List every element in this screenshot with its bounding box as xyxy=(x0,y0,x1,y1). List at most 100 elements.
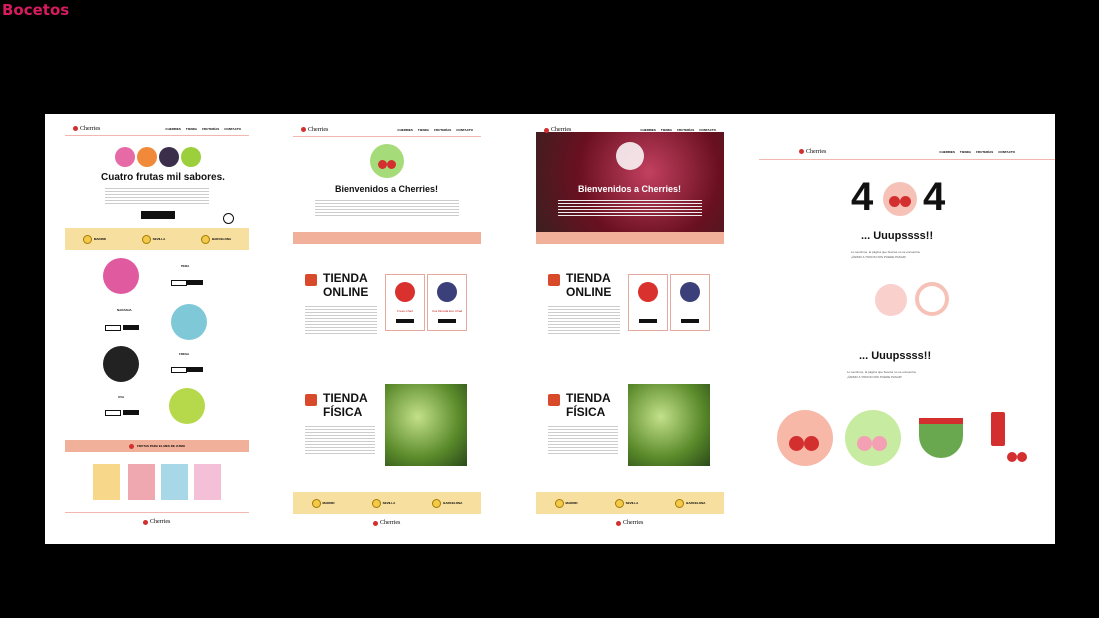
pear-info-button[interactable] xyxy=(171,280,187,286)
location-pin-icon xyxy=(371,498,381,508)
location-pin-icon xyxy=(554,498,564,508)
product-card-3[interactable] xyxy=(161,464,188,500)
nav-link-tienda[interactable]: TIENDA xyxy=(960,150,971,154)
product-card-fresa[interactable]: Fresa Chad xyxy=(385,274,425,331)
nav-link-cherries[interactable]: CHERRIES xyxy=(640,128,656,132)
nav-link-contacto[interactable]: CONTACTO xyxy=(224,127,241,131)
strawberry-icon xyxy=(159,147,179,167)
location-pin-icon xyxy=(200,234,210,244)
fruit-basket-icon xyxy=(129,443,135,449)
footer-logo[interactable]: Cherries xyxy=(373,520,400,526)
nav-link-tienda[interactable]: TIENDA xyxy=(418,128,429,132)
welcome-paragraph xyxy=(315,198,459,216)
fruit-title-fresa: FRESA xyxy=(179,352,190,356)
shopping-bag-icon xyxy=(548,274,560,286)
cherry-icon xyxy=(370,144,404,178)
nav-link-fruterias[interactable]: FRUTERÍAS xyxy=(434,128,451,132)
location-pin-icon xyxy=(675,498,685,508)
pear-buy-button[interactable] xyxy=(187,280,203,285)
error-code-right: 4 xyxy=(923,175,946,219)
nav-link-contacto[interactable]: CONTACTO xyxy=(998,150,1015,154)
logo[interactable]: Cherries xyxy=(799,149,826,155)
hero-headline: Cuatro frutas mil sabores. xyxy=(101,172,225,183)
strawberry-image xyxy=(395,282,415,302)
product-card-2[interactable] xyxy=(128,464,155,500)
store-sevilla[interactable]: SEVILLA xyxy=(614,498,638,508)
grape-icon xyxy=(181,147,201,167)
fisica-paragraph xyxy=(548,424,618,456)
store-madrid[interactable]: MADRID xyxy=(82,234,106,244)
error-message-4: ¡ÁNIMO A TODOS NOS PUEDE PASAR! xyxy=(847,375,902,379)
grape-buy-button[interactable] xyxy=(123,410,139,415)
nav-link-cherries[interactable]: CHERRIES xyxy=(397,128,413,132)
pink-band xyxy=(536,232,724,244)
logo[interactable]: Cherries xyxy=(301,127,328,133)
logo[interactable]: Cherries xyxy=(544,127,571,133)
navbar: Cherries CHERRIES TIENDA FRUTERÍAS CONTA… xyxy=(759,144,1055,160)
grape-image xyxy=(680,282,700,302)
salad-photo xyxy=(628,384,710,466)
store-front-icon xyxy=(548,394,560,406)
nav-link-tienda[interactable]: TIENDA xyxy=(661,128,672,132)
cherry-icon-green xyxy=(845,410,901,466)
mockup-welcome: Cherries CHERRIES TIENDA FRUTERÍAS CONTA… xyxy=(293,114,481,544)
store-madrid[interactable]: MADRID xyxy=(554,498,578,508)
mockup-home: Cherries CHERRIES TIENDA FRUTERÍAS CONTA… xyxy=(65,114,249,544)
grape-info-button[interactable] xyxy=(105,410,121,416)
footer-logo[interactable]: Cherries xyxy=(143,519,170,525)
product-card-4[interactable] xyxy=(194,464,221,500)
store-sevilla[interactable]: SEVILLA xyxy=(371,498,395,508)
nav-link-fruterias[interactable]: FRUTERÍAS xyxy=(976,150,993,154)
store-barcelona[interactable]: BARCELONA xyxy=(200,234,231,244)
navbar: Cherries CHERRIES TIENDA FRUTERÍAS CONTA… xyxy=(65,122,249,136)
hero-button[interactable] xyxy=(141,211,175,219)
buy-button[interactable] xyxy=(396,319,414,323)
tienda-online-title: TIENDA ONLINE xyxy=(323,271,369,299)
cherry-juice-icon xyxy=(991,412,1005,446)
store-barcelona[interactable]: BARCELONA xyxy=(675,498,705,508)
scroll-icon[interactable] xyxy=(223,213,234,224)
location-pin-icon xyxy=(432,498,442,508)
oops-heading: ... Uuupssss!! xyxy=(861,230,934,242)
store-madrid[interactable]: MADRID xyxy=(311,498,335,508)
cherry-small-icon xyxy=(1007,452,1017,462)
footer-logo[interactable]: Cherries xyxy=(616,520,643,526)
tienda-fisica-title: TIENDA FÍSICA xyxy=(566,391,611,419)
store-barcelona[interactable]: BARCELONA xyxy=(432,498,462,508)
orange-info-button[interactable] xyxy=(105,325,121,331)
product-card-uva[interactable] xyxy=(670,274,710,331)
page-title: Bocetos xyxy=(2,1,70,19)
strawberry-buy-button[interactable] xyxy=(187,367,203,372)
error-message: Lo sentimos, la página que buscas no se … xyxy=(851,250,921,254)
mockups-board: Cherries CHERRIES TIENDA FRUTERÍAS CONTA… xyxy=(45,114,1055,544)
product-card-fresa[interactable] xyxy=(628,274,668,331)
location-pin-icon xyxy=(82,234,92,244)
pear-icon xyxy=(115,147,135,167)
cherry-icon xyxy=(616,142,644,170)
welcome-heading: Bienvenidos a Cherries! xyxy=(335,184,439,194)
strawberry-info-button[interactable] xyxy=(171,367,187,373)
buy-button[interactable] xyxy=(681,319,699,323)
orange-buy-button[interactable] xyxy=(123,325,139,330)
fisica-paragraph xyxy=(305,424,375,456)
nav-link-cherries[interactable]: CHERRIES xyxy=(165,127,181,131)
store-sevilla[interactable]: SEVILLA xyxy=(141,234,165,244)
buy-button[interactable] xyxy=(639,319,657,323)
product-card-uva[interactable]: Uva Morada Eco Chad xyxy=(427,274,467,331)
buy-button[interactable] xyxy=(438,319,456,323)
product-card-1[interactable] xyxy=(93,464,120,500)
nav-link-fruterias[interactable]: FRUTERÍAS xyxy=(677,128,694,132)
hero-paragraph xyxy=(105,186,209,204)
salad-photo xyxy=(385,384,467,466)
error-message-3: Lo sentimos, la página que buscas no se … xyxy=(847,370,917,374)
shopping-bag-icon xyxy=(305,274,317,286)
nav-link-tienda[interactable]: TIENDA xyxy=(186,127,197,131)
online-paragraph xyxy=(305,304,377,336)
nav-link-cherries[interactable]: CHERRIES xyxy=(939,150,955,154)
location-pin-icon xyxy=(141,234,151,244)
nav-link-fruterias[interactable]: FRUTERÍAS xyxy=(202,127,219,131)
fruit-bowl-icon xyxy=(919,418,963,458)
nav-link-contacto[interactable]: CONTACTO xyxy=(456,128,473,132)
logo[interactable]: Cherries xyxy=(73,126,100,132)
nav-link-contacto[interactable]: CONTACTO xyxy=(699,128,716,132)
